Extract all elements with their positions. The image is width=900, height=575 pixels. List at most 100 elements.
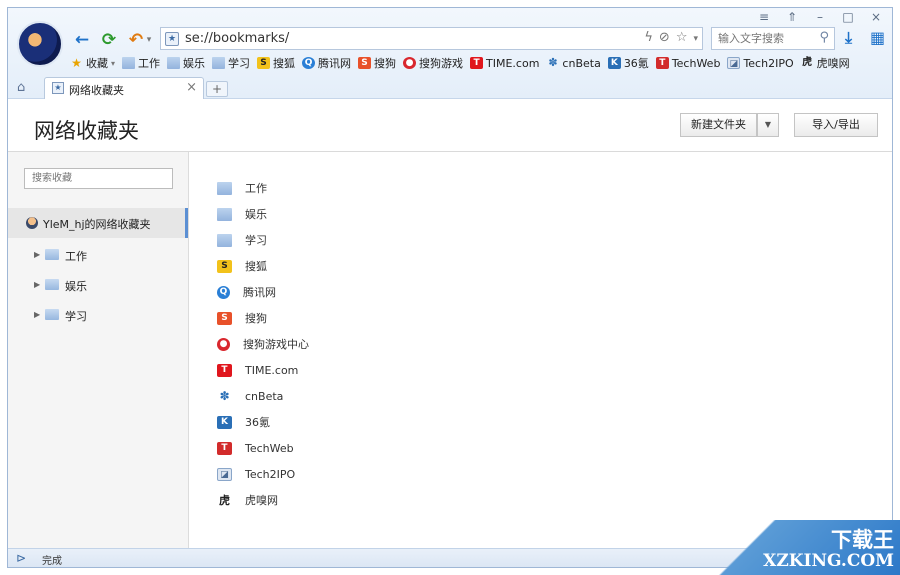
bookmark-sohu[interactable]: S 搜狐 [257, 55, 295, 71]
folder-icon [45, 309, 59, 320]
chevron-down-icon[interactable]: ▾ [693, 30, 698, 48]
list-item[interactable]: ✽ cnBeta [217, 383, 617, 409]
sidebar-root-item[interactable]: YleM_hj的网络收藏夹 [8, 208, 188, 238]
bookmarks-page: 网络收藏夹 新建文件夹 ▼ 导入/导出 YleM_hj的网络收藏夹 ▶ 工作 ▶… [8, 99, 892, 548]
sogou-game-icon: ● [217, 337, 230, 351]
bookmark-folder-work[interactable]: 工作 [122, 55, 160, 71]
bookmark-folder-study[interactable]: 学习 [212, 55, 250, 71]
window-controls: ≡ ⇑ – □ × [754, 10, 886, 24]
watermark-cn: 下载王 [831, 527, 894, 552]
menu-icon[interactable]: ≡ [754, 10, 774, 24]
refresh-icon[interactable]: ⟳ [98, 30, 120, 50]
tab-bookmarks[interactable]: ★ 网络收藏夹 × [44, 77, 204, 99]
bookmark-folder-entertainment[interactable]: 娱乐 [167, 55, 205, 71]
maximize-icon[interactable]: □ [838, 10, 858, 24]
folder-icon [212, 57, 226, 69]
sohu-icon: S [257, 57, 271, 69]
import-export-button[interactable]: 导入/导出 [794, 113, 878, 137]
list-item[interactable]: 工作 [217, 175, 617, 201]
chevron-down-icon: ▼ [764, 120, 772, 129]
bookmark-favorites[interactable]: ★ 收藏 ▾ [70, 55, 115, 71]
list-item[interactable]: K 36氪 [217, 409, 617, 435]
list-item[interactable]: 娱乐 [217, 201, 617, 227]
new-folder-button[interactable]: 新建文件夹 [680, 113, 757, 137]
bookmark-tech2ipo[interactable]: ◪ Tech2IPO [727, 57, 794, 70]
bookmark-list: 工作 娱乐 学习 S 搜狐 Q 腾讯网 S 搜狗 ● 搜狗游戏中心 T TIME.com … [217, 175, 617, 513]
bookmark-time[interactable]: T TIME.com [470, 57, 539, 70]
sidebar-search[interactable] [24, 168, 173, 189]
page-title: 网络收藏夹 [34, 119, 139, 143]
bookmark-huxiu[interactable]: 虎虎嗅网 [801, 55, 850, 71]
list-item[interactable]: S 搜狗 [217, 305, 617, 331]
lightning-icon[interactable]: ϟ [644, 30, 653, 48]
expand-arrow-icon[interactable]: ▶ [34, 310, 40, 319]
download-icon[interactable]: ⤓ [845, 28, 852, 48]
36kr-icon: K [607, 57, 621, 69]
bookmark-sogou[interactable]: S 搜狗 [358, 55, 396, 71]
sidebar-item-work[interactable]: ▶ 工作 [8, 244, 188, 266]
search-input[interactable] [712, 28, 808, 49]
status-text: 完成 [42, 556, 62, 567]
skin-icon[interactable]: ⇑ [782, 10, 802, 24]
list-item[interactable]: 学习 [217, 227, 617, 253]
cnbeta-icon: ✽ [219, 388, 230, 403]
minimize-icon[interactable]: – [810, 10, 830, 24]
user-avatar[interactable] [17, 21, 63, 67]
tab-strip: ⌂ ★ 网络收藏夹 × + [8, 77, 892, 99]
list-item[interactable]: Q 腾讯网 [217, 279, 617, 305]
time-icon: T [470, 57, 484, 69]
expand-arrow-icon[interactable]: ▶ [34, 250, 40, 259]
watermark: 下载王 XZKING.COM [688, 520, 900, 575]
address-bar[interactable]: ★ se://bookmarks/ ϟ ⊘ ☆ ▾ [160, 27, 703, 50]
time-icon: T [217, 363, 232, 377]
star-icon: ★ [71, 56, 82, 70]
back-arrow-icon[interactable]: ← [71, 30, 93, 50]
bookmark-techweb[interactable]: T TechWeb [655, 57, 720, 70]
sidebar-item-label: 工作 [65, 250, 87, 263]
list-item[interactable]: T TIME.com [217, 357, 617, 383]
list-item[interactable]: S 搜狐 [217, 253, 617, 279]
sogou-icon: S [217, 311, 232, 325]
browser-window: ≡ ⇑ – □ × ← ⟳ ↶ ▾ ★ se://bookmarks/ ϟ ⊘ … [7, 7, 893, 568]
sidebar-toggle-icon[interactable]: ⊳ [16, 551, 26, 565]
bookmark-qq[interactable]: Q 腾讯网 [302, 55, 351, 71]
sidebar-root-label: YleM_hj的网络收藏夹 [43, 218, 151, 231]
bookmark-cnbeta[interactable]: ✽ cnBeta [546, 56, 601, 70]
shield-icon[interactable]: ⊘ [659, 30, 670, 48]
user-avatar-icon [26, 217, 38, 229]
new-tab-button[interactable]: + [206, 81, 228, 97]
search-icon[interactable]: ⚲ [819, 30, 829, 45]
bookmark-sogou-game[interactable]: ● 搜狗游戏 [403, 55, 463, 71]
cnbeta-icon: ✽ [548, 56, 558, 69]
undo-dropdown-icon[interactable]: ▾ [144, 30, 154, 50]
folder-icon [122, 57, 136, 69]
page-icon: ★ [52, 82, 64, 94]
expand-arrow-icon[interactable]: ▶ [34, 280, 40, 289]
sidebar-item-entertainment[interactable]: ▶ 娱乐 [8, 274, 188, 296]
star-icon[interactable]: ☆ [676, 30, 688, 48]
sogou-game-icon: ● [403, 57, 417, 69]
folder-icon [45, 279, 59, 290]
sidebar-item-study[interactable]: ▶ 学习 [8, 304, 188, 326]
watermark-en: XZKING.COM [763, 551, 894, 571]
bookmark-36kr[interactable]: K 36氪 [607, 55, 649, 71]
qq-icon: Q [217, 285, 230, 299]
address-text[interactable]: se://bookmarks/ [185, 31, 289, 46]
browser-chrome: ≡ ⇑ – □ × ← ⟳ ↶ ▾ ★ se://bookmarks/ ϟ ⊘ … [8, 8, 892, 99]
page-icon: ★ [165, 32, 179, 46]
apps-grid-icon[interactable]: ▦ [870, 28, 885, 47]
sohu-icon: S [217, 259, 232, 273]
new-folder-dropdown-button[interactable]: ▼ [757, 113, 779, 137]
search-box[interactable]: ⚲ [711, 27, 835, 50]
list-item[interactable]: 虎虎嗅网 [217, 487, 617, 513]
huxiu-icon: 虎 [802, 57, 813, 68]
close-tab-icon[interactable]: × [186, 80, 197, 95]
list-item[interactable]: ● 搜狗游戏中心 [217, 331, 617, 357]
sidebar-item-label: 学习 [65, 310, 87, 323]
list-item[interactable]: ◪ Tech2IPO [217, 461, 617, 487]
close-icon[interactable]: × [866, 10, 886, 24]
bookmark-search-input[interactable] [25, 169, 165, 188]
folder-icon [217, 181, 232, 195]
list-item[interactable]: T TechWeb [217, 435, 617, 461]
home-icon[interactable]: ⌂ [17, 80, 25, 95]
